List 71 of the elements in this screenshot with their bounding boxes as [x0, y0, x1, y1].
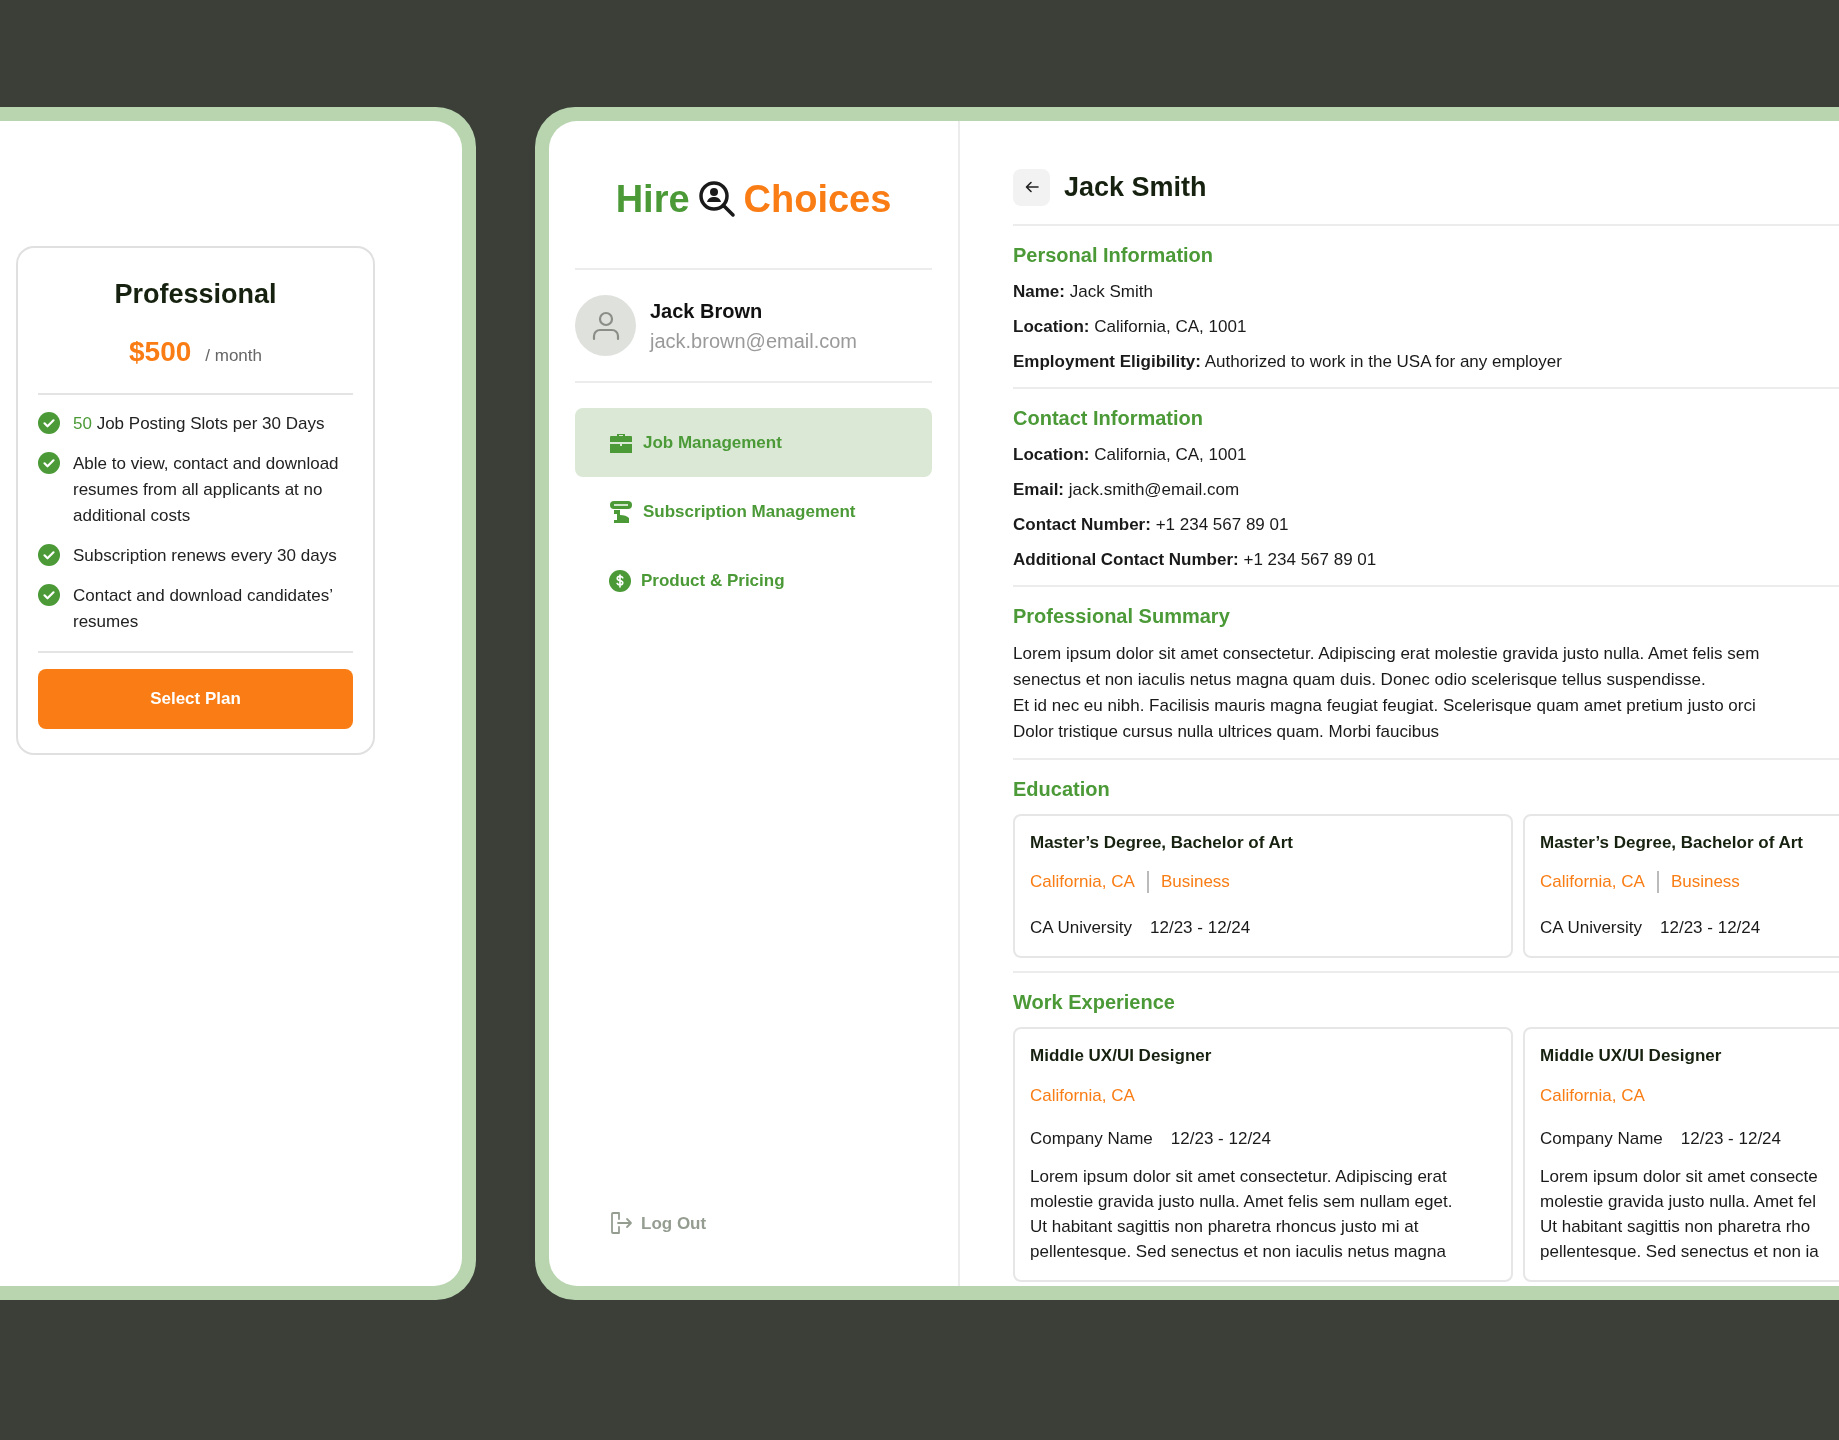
nav-item[interactable]: Job Management — [575, 408, 932, 477]
person-search-icon — [697, 180, 736, 218]
card-location: California, CA — [1540, 1084, 1646, 1107]
card-title: Master’s Degree, Bachelor of Art — [1030, 831, 1294, 854]
card-text-line: pellentesque. Sed senectus et non ia — [1540, 1240, 1820, 1263]
card-company: Company Name — [1030, 1128, 1153, 1150]
card-title: Middle UX/UI Designer — [1540, 1045, 1723, 1067]
logo-text: Choices — [743, 176, 892, 222]
card-school: CA University — [1540, 916, 1643, 939]
summary-line: Et id nec eu nibh. Facilisis mauris magna feugiat feugiat. Scelerisque quam amet pretium justo orci — [1013, 694, 1757, 717]
section-heading: Personal Information — [1013, 242, 1215, 268]
price-period: / month — [205, 344, 262, 367]
plan-feature: 50 Job Posting Slots per 30 Days — [73, 412, 325, 435]
card-text-line: Ut habitant sagittis non pharetra rhoncus justo mi at — [1030, 1215, 1420, 1238]
logo-text: Hire — [615, 176, 690, 222]
card-text-line: molestie gravida justo nulla. Amet felis sem nullam eget. — [1030, 1190, 1454, 1213]
card-title: Master’s Degree, Bachelor of Art — [1540, 831, 1804, 854]
check-circle-icon — [38, 411, 60, 434]
summary-line: Dolor tristique cursus nulla ultrices quam. Morbi faucibus — [1013, 720, 1441, 743]
card-dates: 12/23 - 12/24 — [1680, 1128, 1782, 1150]
section-heading: Work Experience — [1013, 990, 1176, 1015]
logout-icon — [609, 1211, 633, 1236]
summary-line: senectus et non iaculis netus magna quam duis. Donec odio scelerisque tellus suspendisse. — [1013, 668, 1707, 691]
plan-price: $500 — [129, 334, 192, 369]
page-title: Jack Smith — [1064, 171, 1207, 204]
card-text-line: Lorem ipsum dolor sit amet consecte — [1540, 1165, 1819, 1188]
card-text-line: Lorem ipsum dolor sit amet consectetur. Adipiscing erat — [1030, 1165, 1448, 1188]
plan-feature: Contact and download candidates’ resumes — [73, 584, 334, 633]
hand-sign-icon — [609, 499, 633, 524]
nav-item[interactable]: Subscription Management — [575, 477, 932, 546]
check-circle-icon — [38, 543, 60, 566]
select-plan-button[interactable]: Select Plan — [38, 668, 353, 729]
section-heading: Education — [1013, 776, 1111, 802]
briefcase-icon — [609, 431, 633, 454]
card-school: CA University — [1030, 916, 1133, 939]
card-text-line: Ut habitant sagittis non pharetra rho — [1540, 1215, 1812, 1238]
card-text-line: molestie gravida justo nulla. Amet fel — [1540, 1190, 1817, 1213]
plan-feature: Subscription renews every 30 days — [73, 544, 337, 567]
section-heading: Professional Summary — [1013, 603, 1231, 629]
summary-line: Lorem ipsum dolor sit amet consectetur. Adipiscing erat molestie gravida justo nulla. Amet felis sem — [1013, 642, 1761, 665]
nav-item[interactable]: Product & Pricing — [575, 546, 932, 615]
card-text-line: pellentesque. Sed senectus et non iaculis netus magna — [1030, 1240, 1447, 1263]
info-field: Employment Eligibility: Authorized to work in the USA for any employer — [1013, 349, 1839, 374]
card-company: Company Name — [1540, 1128, 1663, 1150]
logout-button[interactable]: Log Out — [575, 1210, 932, 1236]
info-field: Additional Contact Number: +1 234 567 89 01 — [1013, 547, 1839, 572]
card-field: Business — [1160, 869, 1230, 895]
dollar-circle-icon — [609, 569, 631, 592]
card-dates: 12/23 - 12/24 — [1150, 916, 1251, 939]
plan-title: Professional — [114, 278, 277, 311]
card-location: California, CA — [1030, 1084, 1136, 1107]
section-heading: Contact Information — [1013, 405, 1204, 431]
card-location: California, CA — [1540, 871, 1645, 893]
card-location: California, CA — [1030, 871, 1135, 893]
info-field: Location: California, CA, 1001 — [1013, 442, 1839, 467]
check-circle-icon — [38, 583, 60, 606]
info-field: Name: Jack Smith — [1013, 279, 1839, 304]
plan-feature: Able to view, contact and download resumes from all applicants at no additional costs — [73, 452, 340, 527]
user-icon — [591, 310, 620, 341]
user-email: jack.brown@email.com — [650, 328, 858, 354]
card-field: Business — [1670, 869, 1740, 895]
user-name: Jack Brown — [650, 298, 764, 324]
info-field: Location: California, CA, 1001 — [1013, 314, 1839, 339]
back-button[interactable] — [1013, 168, 1050, 206]
info-field: Email: jack.smith@email.com — [1013, 477, 1839, 502]
card-title: Middle UX/UI Designer — [1030, 1045, 1213, 1067]
info-field: Contact Number: +1 234 567 89 01 — [1013, 512, 1839, 537]
check-circle-icon — [38, 451, 60, 474]
card-dates: 12/23 - 12/24 — [1170, 1128, 1272, 1150]
card-dates: 12/23 - 12/24 — [1660, 916, 1761, 939]
back-arrow-icon — [1024, 181, 1039, 194]
